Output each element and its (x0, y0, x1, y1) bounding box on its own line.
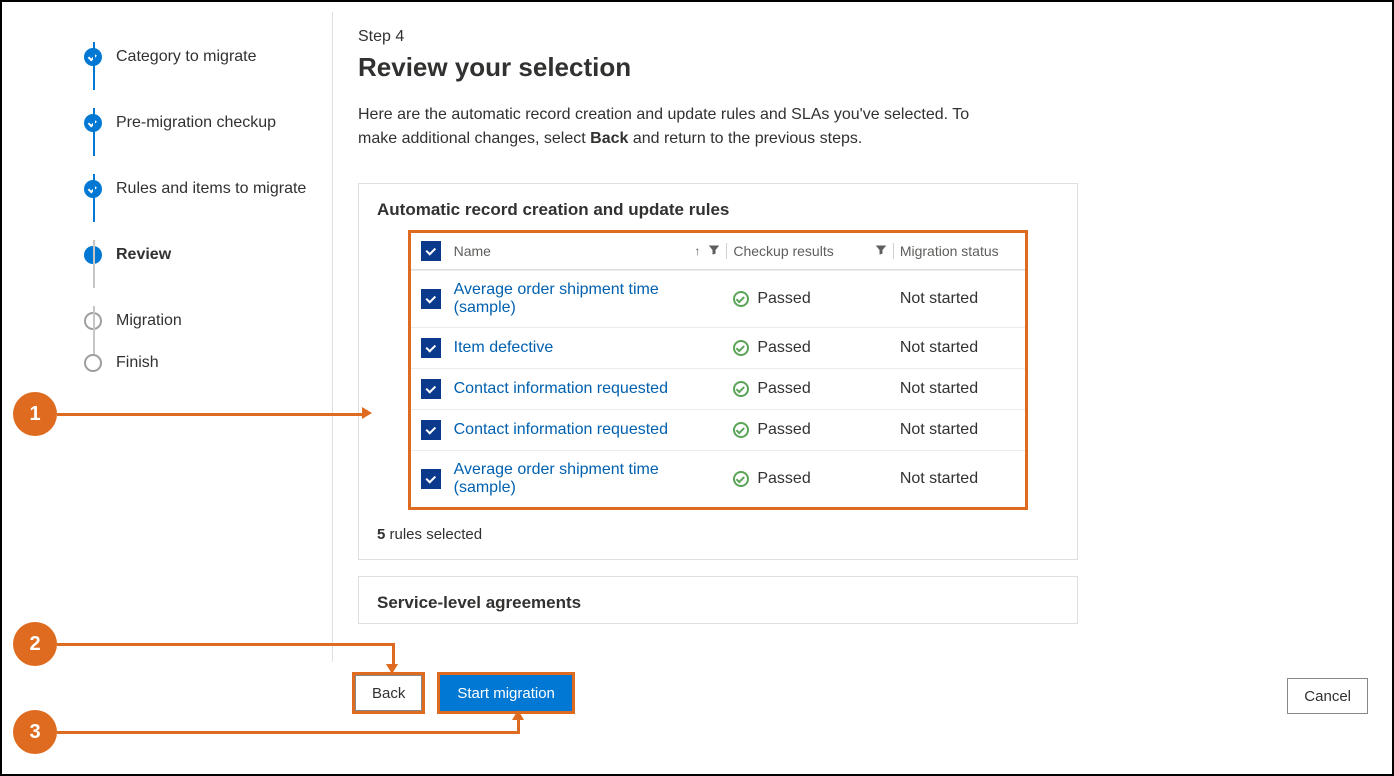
step-number: Step 4 (358, 28, 1078, 46)
checkup-result: Passed (757, 290, 810, 308)
filter-icon[interactable] (708, 244, 720, 259)
page-title: Review your selection (358, 52, 1078, 83)
checkbox-checked-icon[interactable] (421, 469, 441, 489)
arrow-right-icon (362, 407, 372, 419)
rules-panel-title: Automatic record creation and update rul… (359, 184, 1077, 230)
back-button[interactable]: Back (355, 675, 422, 711)
desc-bold: Back (590, 130, 628, 147)
checkbox-checked-icon (421, 241, 441, 261)
step-label: Migration (116, 312, 182, 330)
col-header-migration[interactable]: Migration status (900, 243, 1015, 259)
table-row[interactable]: Average order shipment time (sample) Pas… (411, 270, 1025, 327)
checkup-result: Passed (757, 380, 810, 398)
callout-2: 2 (13, 622, 57, 666)
callout-highlight-back: Back (352, 672, 425, 714)
checkbox-checked-icon[interactable] (421, 379, 441, 399)
step-review[interactable]: Review (84, 222, 306, 288)
migration-status: Not started (900, 380, 1015, 398)
sla-panel: Service-level agreements (358, 576, 1078, 624)
passed-icon (733, 471, 749, 487)
main-content: Step 4 Review your selection Here are th… (358, 28, 1078, 624)
step-label: Rules and items to migrate (116, 180, 306, 198)
rule-link[interactable]: Item defective (454, 339, 554, 357)
step-label: Finish (116, 354, 159, 372)
desc-text: and return to the previous steps. (628, 130, 862, 147)
col-label: Migration status (900, 243, 999, 259)
table-row[interactable]: Item defective Passed Not started (411, 327, 1025, 368)
callout-highlight-start: Start migration (437, 672, 575, 714)
step-connector (93, 306, 95, 354)
table-row[interactable]: Contact information requested Passed Not… (411, 368, 1025, 409)
step-label: Review (116, 246, 171, 264)
checkbox-checked-icon[interactable] (421, 289, 441, 309)
checkup-result: Passed (757, 339, 810, 357)
col-header-checkup[interactable]: Checkup results (733, 243, 887, 259)
sla-panel-title: Service-level agreements (359, 577, 1077, 623)
step-connector (93, 174, 95, 222)
step-label: Pre-migration checkup (116, 114, 276, 132)
checkup-result: Passed (757, 470, 810, 488)
step-connector (93, 240, 95, 288)
step-connector (93, 108, 95, 156)
callout-3: 3 (13, 710, 57, 754)
col-separator (726, 243, 727, 259)
col-label: Name (454, 243, 491, 259)
migration-status: Not started (900, 470, 1015, 488)
step-finish: Finish (84, 354, 306, 372)
step-connector (93, 42, 95, 90)
vertical-divider (332, 12, 333, 662)
rules-table: Name ↑ Checkup results (408, 230, 1028, 510)
rule-link[interactable]: Contact information requested (454, 421, 668, 439)
col-separator (893, 243, 894, 259)
checkbox-checked-icon[interactable] (421, 420, 441, 440)
checkbox-checked-icon[interactable] (421, 338, 441, 358)
rule-link[interactable]: Average order shipment time (sample) (454, 281, 721, 317)
passed-icon (733, 340, 749, 356)
callout-2-line-v (392, 643, 395, 665)
wizard-stepper: Category to migrate Pre-migration checku… (84, 24, 306, 372)
step-rules[interactable]: Rules and items to migrate (84, 156, 306, 222)
arrow-up-icon (512, 710, 524, 720)
col-header-name[interactable]: Name ↑ (454, 243, 721, 259)
migration-status: Not started (900, 339, 1015, 357)
count-text: rules selected (385, 526, 482, 543)
migration-status: Not started (900, 421, 1015, 439)
step-migration: Migration (84, 288, 306, 354)
filter-icon[interactable] (875, 244, 887, 259)
step-premigration[interactable]: Pre-migration checkup (84, 90, 306, 156)
page-description: Here are the automatic record creation a… (358, 103, 998, 151)
step-label: Category to migrate (116, 48, 257, 66)
callout-2-line-h (57, 643, 394, 646)
passed-icon (733, 422, 749, 438)
callout-3-line-h (57, 731, 519, 734)
rule-link[interactable]: Average order shipment time (sample) (454, 461, 721, 497)
callout-1: 1 (13, 392, 57, 436)
table-header: Name ↑ Checkup results (411, 233, 1025, 270)
checkup-result: Passed (757, 421, 810, 439)
callout-3-line-v (517, 718, 520, 734)
start-migration-button[interactable]: Start migration (440, 675, 572, 711)
rule-link[interactable]: Contact information requested (454, 380, 668, 398)
selection-count: 5 rules selected (359, 510, 1077, 559)
passed-icon (733, 381, 749, 397)
table-row[interactable]: Contact information requested Passed Not… (411, 409, 1025, 450)
migration-status: Not started (900, 290, 1015, 308)
footer-actions: Back Start migration (352, 672, 575, 714)
select-all[interactable] (421, 241, 454, 261)
cancel-button[interactable]: Cancel (1287, 678, 1368, 714)
arrow-down-icon (386, 664, 398, 674)
circle-icon (84, 354, 102, 372)
passed-icon (733, 291, 749, 307)
step-category[interactable]: Category to migrate (84, 24, 306, 90)
callout-1-line (57, 413, 363, 416)
table-row[interactable]: Average order shipment time (sample) Pas… (411, 450, 1025, 507)
col-label: Checkup results (733, 243, 833, 259)
sort-asc-icon[interactable]: ↑ (694, 244, 700, 259)
rules-panel: Automatic record creation and update rul… (358, 183, 1078, 560)
